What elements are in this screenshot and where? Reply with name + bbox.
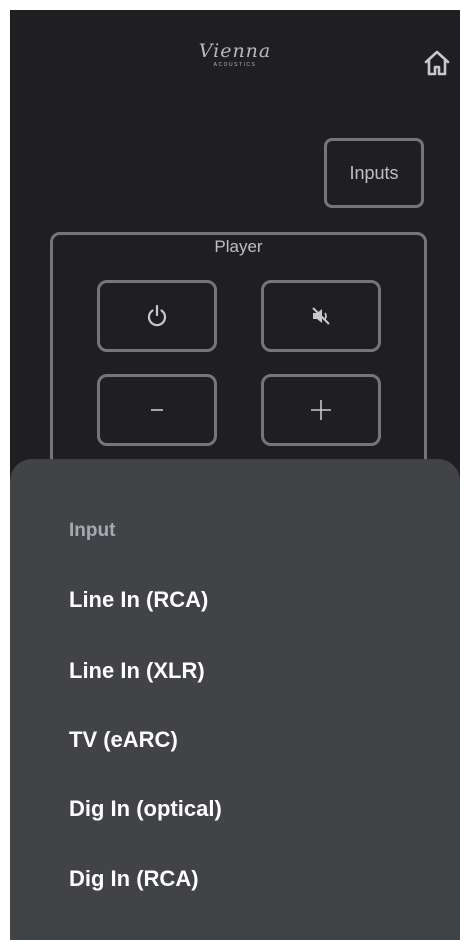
mute-icon bbox=[312, 307, 330, 325]
app-screen: Vienna ACOUSTICS Inputs Player Input Lin… bbox=[10, 10, 460, 940]
home-button[interactable] bbox=[422, 48, 452, 78]
input-option-dig-in-rca[interactable]: Dig In (RCA) bbox=[69, 866, 199, 892]
input-option-dig-in-optical[interactable]: Dig In (optical) bbox=[69, 796, 222, 822]
input-option-line-in-xlr[interactable]: Line In (XLR) bbox=[69, 658, 205, 684]
minus-icon bbox=[151, 409, 163, 411]
player-title: Player bbox=[214, 237, 263, 256]
home-icon bbox=[424, 50, 450, 76]
power-icon bbox=[147, 304, 167, 327]
input-bottom-sheet: Input Line In (RCA) Line In (XLR) TV (eA… bbox=[10, 459, 460, 940]
brand-logo: Vienna ACOUSTICS bbox=[190, 40, 280, 69]
sheet-title: Input bbox=[69, 520, 116, 541]
logo-script: Vienna bbox=[198, 40, 272, 62]
input-option-line-in-rca[interactable]: Line In (RCA) bbox=[69, 587, 208, 613]
plus-icon bbox=[311, 400, 331, 420]
volume-up-button[interactable] bbox=[261, 374, 381, 446]
inputs-button[interactable]: Inputs bbox=[324, 138, 424, 208]
input-option-tv-earc[interactable]: TV (eARC) bbox=[69, 727, 178, 753]
power-button[interactable] bbox=[97, 280, 217, 352]
logo-subtitle: ACOUSTICS bbox=[213, 62, 257, 68]
mute-button[interactable] bbox=[261, 280, 381, 352]
volume-down-button[interactable] bbox=[97, 374, 217, 446]
